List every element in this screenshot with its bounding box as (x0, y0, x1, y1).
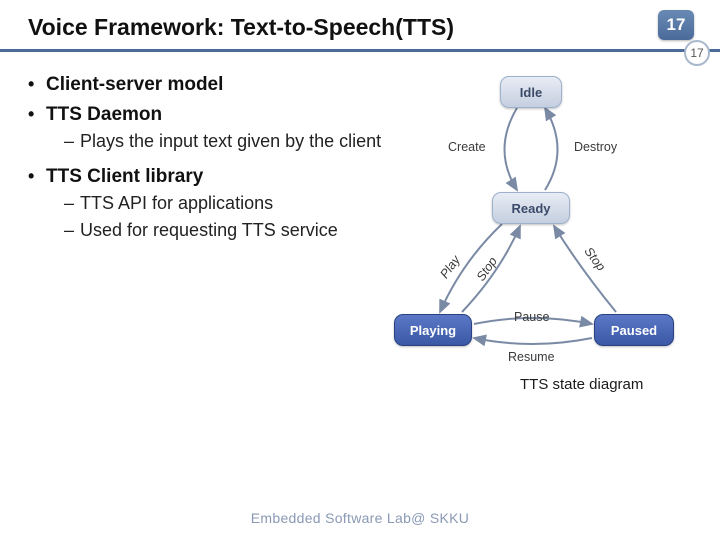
edge-label-stop: Stop (582, 245, 609, 274)
edge-label-pause: Pause (514, 310, 549, 324)
sub-bullet-list: TTS API for applications Used for reques… (46, 191, 388, 242)
edge-label-resume: Resume (508, 350, 555, 364)
bullet-item: TTS Daemon Plays the input text given by… (28, 102, 388, 154)
slide-content: Client-server model TTS Daemon Plays the… (0, 52, 720, 392)
bullet-list: Client-server model TTS Daemon Plays the… (28, 72, 388, 242)
state-node-playing: Playing (394, 314, 472, 346)
edge-label-create: Create (448, 140, 486, 154)
bullet-item: TTS Client library TTS API for applicati… (28, 164, 388, 242)
edge-label-play: Play (437, 253, 463, 281)
bullet-item: Client-server model (28, 72, 388, 98)
state-node-idle: Idle (500, 76, 562, 108)
state-diagram: Idle Ready Playing Paused Create Destroy… (392, 72, 682, 392)
slide-footer: Embedded Software Lab@ SKKU (0, 510, 720, 526)
page-number-badge: 17 (658, 10, 694, 40)
edge-label-destroy: Destroy (574, 140, 617, 154)
page-number-sub-badge: 17 (684, 40, 710, 66)
sub-bullet-item: Used for requesting TTS service (46, 218, 388, 242)
bullet-item-label: TTS Client library (46, 166, 203, 187)
slide-header: Voice Framework: Text-to-Speech(TTS) (0, 0, 720, 52)
sub-bullet-item: Plays the input text given by the client (46, 129, 388, 153)
state-node-paused: Paused (594, 314, 674, 346)
edge-label-stop: Stop (474, 254, 500, 283)
sub-bullet-item: TTS API for applications (46, 191, 388, 215)
text-column: Client-server model TTS Daemon Plays the… (28, 72, 388, 392)
state-node-ready: Ready (492, 192, 570, 224)
slide-title: Voice Framework: Text-to-Speech(TTS) (28, 14, 692, 41)
diagram-caption: TTS state diagram (520, 376, 643, 393)
bullet-item-label: TTS Daemon (46, 104, 162, 125)
sub-bullet-list: Plays the input text given by the client (46, 129, 388, 153)
diagram-column: Idle Ready Playing Paused Create Destroy… (388, 72, 700, 392)
